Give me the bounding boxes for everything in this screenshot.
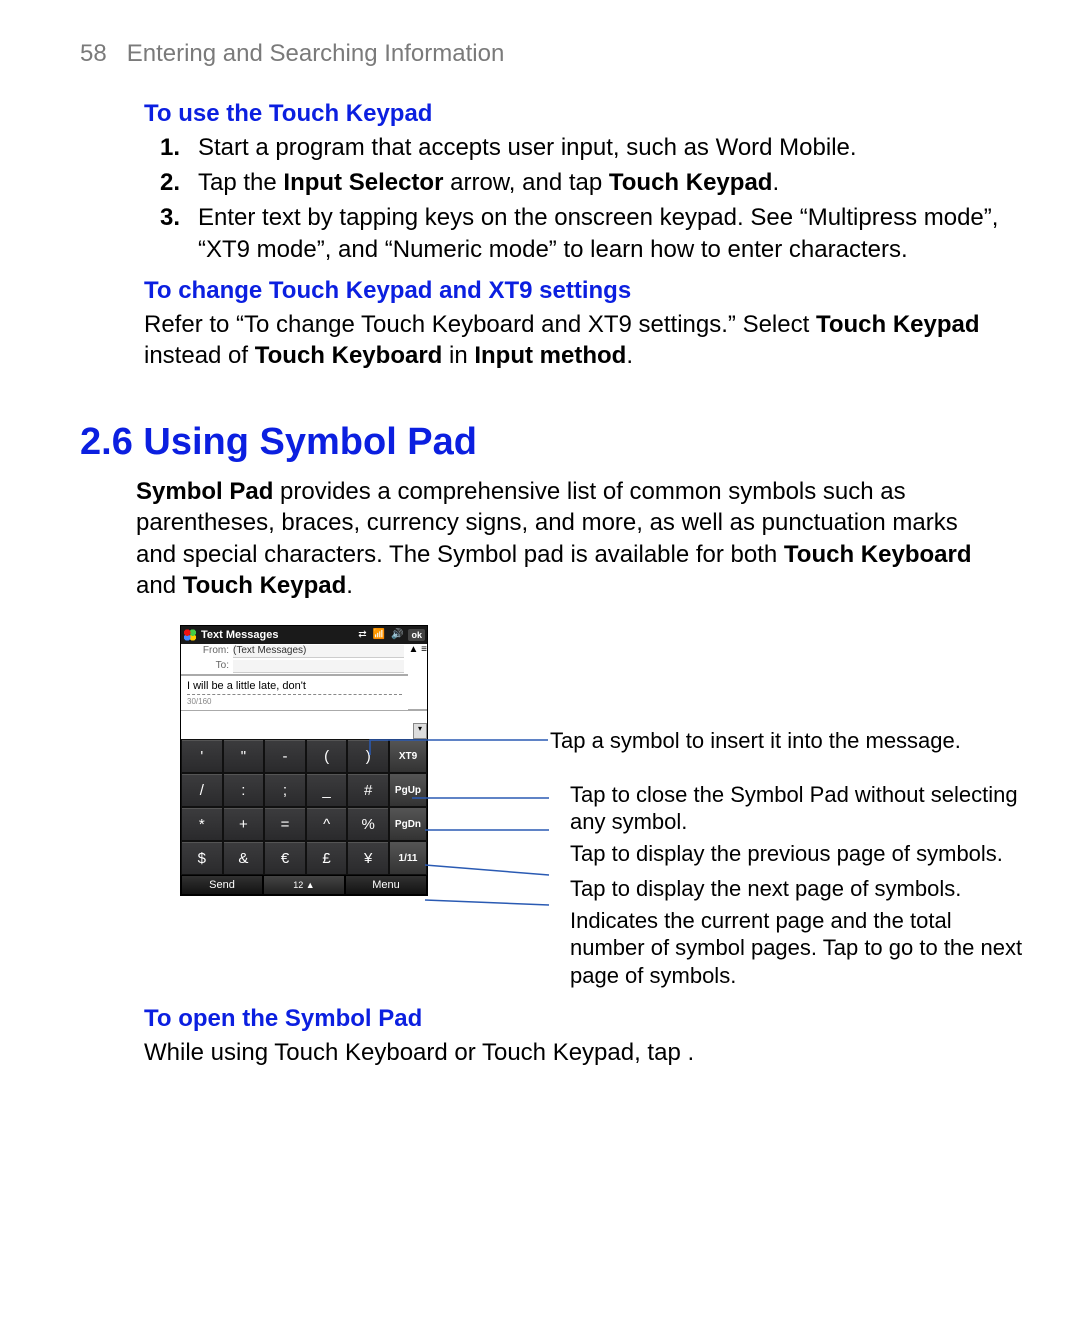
softkey-bar: Send 12 ▲ Menu [181,875,427,895]
softkey-mode[interactable]: 12 ▲ [263,875,345,895]
symbol-key[interactable]: ' [181,739,223,773]
paragraph-open-symbol-pad: While using Touch Keyboard or Touch Keyp… [144,1037,1000,1068]
symbol-key[interactable]: : [223,773,265,807]
step-number: 1. [160,132,180,163]
typed-text: I will be a little late, don't [187,680,402,692]
text: . [346,572,353,599]
text: and [136,572,183,599]
input-selector-arrow[interactable]: ▾ [413,723,427,739]
to-input[interactable] [233,660,404,673]
step-text: Tap the [198,169,283,196]
symbol-key[interactable]: " [223,739,265,773]
symbol-key[interactable]: ) [347,739,389,773]
symbol-key[interactable]: * [181,807,223,841]
callout-pgup: Tap to display the previous page of symb… [570,840,1003,868]
symbol-key[interactable]: ; [264,773,306,807]
symbol-key[interactable]: / [181,773,223,807]
page-number: 58 [80,40,107,67]
scroll-rail[interactable]: ▲ ≡ [408,644,427,710]
to-label: To: [185,660,233,673]
symbol-key[interactable]: = [264,807,306,841]
sidekey-1-11[interactable]: 1/11 [389,841,427,875]
emph: Input method [474,342,626,369]
step-1: 1. Start a program that accepts user inp… [144,132,1000,163]
symbol-key[interactable]: $ [181,841,223,875]
sidekey-pgup[interactable]: PgUp [389,773,427,807]
message-body[interactable]: I will be a little late, don't 30/160 [181,675,408,710]
symbol-key[interactable]: € [264,841,306,875]
symbol-key[interactable]: _ [306,773,348,807]
emph: Touch Keypad [183,572,347,599]
paragraph-change-settings: Refer to “To change Touch Keyboard and X… [144,309,1000,371]
volume-icon: 🔊 [390,629,404,640]
symbol-key[interactable]: & [223,841,265,875]
symbol-key[interactable]: ^ [306,807,348,841]
step-2: 2. Tap the Input Selector arrow, and tap… [144,167,1000,198]
symbol-key[interactable]: + [223,807,265,841]
subhead-use-touch-keypad: To use the Touch Keypad [144,100,1000,128]
signal-icon: 📶 [372,629,386,640]
chapter-title: Entering and Searching Information [127,40,505,67]
symbol-key[interactable]: ¥ [347,841,389,875]
text: . [626,342,633,369]
sidekey-xt9[interactable]: XT9 [389,739,427,773]
callout-pgdn: Tap to display the next page of symbols. [570,875,961,903]
step-number: 2. [160,167,180,198]
emph: Input Selector [283,169,443,196]
symbol-key[interactable]: % [347,807,389,841]
scroll-grip-icon[interactable]: ≡ [421,644,427,655]
symbol-key[interactable]: # [347,773,389,807]
emph: Touch Keyboard [784,541,972,568]
titlebar: Text Messages ⇄ 📶 🔊 ok [181,626,427,644]
symbol-key[interactable]: ( [306,739,348,773]
symbol-key[interactable]: £ [306,841,348,875]
steps-use-touch-keypad: 1. Start a program that accepts user inp… [144,132,1000,265]
app-title: Text Messages [201,629,353,641]
symbol-keypad: '"-()XT9 /:;_#PgUp *+=^%PgDn $&€£¥1/11 [181,739,427,875]
emph: Touch Keypad [816,311,980,338]
callout-close: Tap to close the Symbol Pad without sele… [570,781,1030,836]
running-header: 58 Entering and Searching Information [80,40,1000,68]
sidekey-pgdn[interactable]: PgDn [389,807,427,841]
callout-insert: Tap a symbol to insert it into the messa… [550,727,961,755]
step-text: Start a program that accepts user input,… [198,134,857,161]
from-row: From: (Text Messages) [181,644,408,659]
device-screenshot: Text Messages ⇄ 📶 🔊 ok From: (Text Messa… [180,625,428,896]
input-selector-row: ▾ [181,710,427,739]
callout-page-indicator: Indicates the current page and the total… [570,907,1030,990]
emph: Touch Keypad [609,169,773,196]
text: in [442,342,474,369]
step-text: . [772,169,779,196]
text: instead of [144,342,255,369]
from-label: From: [185,645,233,658]
scroll-up-icon[interactable]: ▲ [408,644,418,655]
sync-icon: ⇄ [357,629,367,640]
from-value: (Text Messages) [233,645,404,658]
manual-page: 58 Entering and Searching Information To… [0,0,1080,1132]
symbol-pad-figure: Text Messages ⇄ 📶 🔊 ok From: (Text Messa… [180,625,1000,981]
paragraph-symbol-pad: Symbol Pad provides a comprehensive list… [136,476,1000,601]
ok-button[interactable]: ok [408,629,425,641]
emph: Symbol Pad [136,478,273,505]
to-row[interactable]: To: [181,659,408,674]
windows-flag-icon [183,629,197,641]
softkey-send[interactable]: Send [181,875,263,895]
step-number: 3. [160,202,180,233]
step-3: 3. Enter text by tapping keys on the ons… [144,202,1000,264]
softkey-menu[interactable]: Menu [345,875,427,895]
subhead-open-symbol-pad: To open the Symbol Pad [144,1005,1000,1033]
section-heading-2-6: 2.6 Using Symbol Pad [80,421,1000,464]
text: Refer to “To change Touch Keyboard and X… [144,311,816,338]
symbol-key[interactable]: - [264,739,306,773]
subhead-change-settings: To change Touch Keypad and XT9 settings [144,277,1000,305]
emph: Touch Keyboard [255,342,443,369]
step-text: Enter text by tapping keys on the onscre… [198,204,998,262]
char-counter: 30/160 [187,694,402,706]
step-text: arrow, and tap [443,169,608,196]
